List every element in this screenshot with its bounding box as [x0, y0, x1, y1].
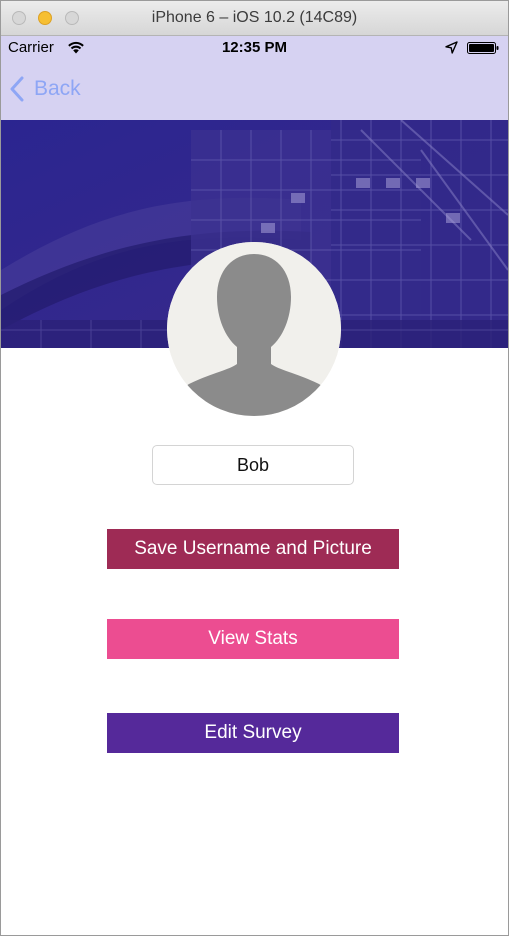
location-arrow-icon: [445, 41, 458, 54]
navigation-bar: Carrier 12:35 PM Back: [1, 36, 508, 120]
status-time: 12:35 PM: [221, 39, 288, 56]
simulator-window: iPhone 6 – iOS 10.2 (14C89) Carrier 12:3…: [0, 0, 509, 936]
back-button-label: Back: [34, 77, 81, 100]
default-avatar-icon: [167, 242, 341, 416]
window-titlebar: iPhone 6 – iOS 10.2 (14C89): [1, 1, 508, 36]
view-stats-button[interactable]: View Stats: [107, 619, 399, 659]
battery-icon: [467, 42, 499, 54]
username-input[interactable]: [152, 445, 354, 485]
device-screen: Carrier 12:35 PM Back Bob Save Username …: [1, 36, 508, 935]
save-username-and-picture-button[interactable]: Save Username and Picture: [107, 529, 399, 569]
back-button[interactable]: Back: [9, 74, 81, 104]
back-chevron-icon: [10, 76, 24, 102]
profile-avatar[interactable]: [167, 242, 341, 416]
window-title: iPhone 6 – iOS 10.2 (14C89): [151, 9, 358, 26]
status-bar: Carrier 12:35 PM: [1, 36, 508, 60]
edit-survey-button[interactable]: Edit Survey: [107, 713, 399, 753]
